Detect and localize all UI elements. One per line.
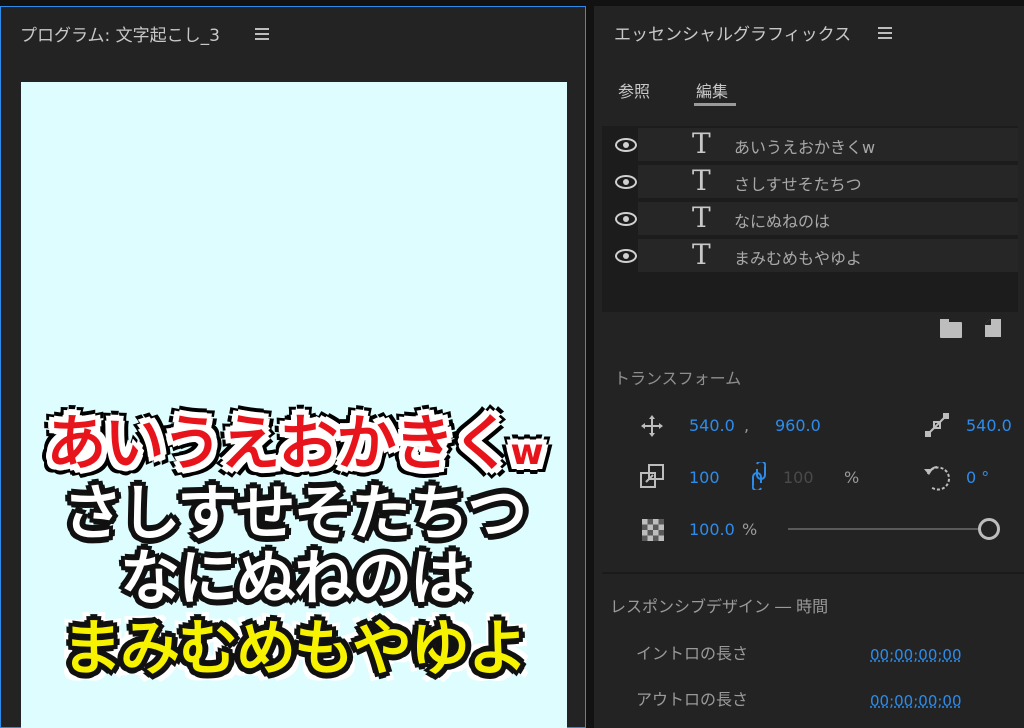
scale-unit: % [844, 468, 860, 487]
transform-section-title: トランスフォーム [614, 369, 742, 388]
section-divider [602, 572, 1024, 574]
responsive-design-title: レスポンシブデザイン ― 時間 [610, 597, 829, 616]
caption-line-1: あいうえおかきくw [21, 412, 567, 485]
program-monitor-title: プログラム: 文字起こし_3 [20, 26, 220, 46]
link-icon[interactable] [752, 462, 766, 490]
opacity-value[interactable]: 100.0 [689, 520, 735, 539]
position-y-value[interactable]: 960.0 [775, 416, 821, 435]
eye-icon[interactable] [615, 175, 637, 189]
new-group-folder-icon[interactable] [940, 319, 962, 338]
video-preview[interactable]: あいうえおかきくw さしすせそたちつ なにぬねのは まみむめもやゆよ [21, 82, 567, 728]
outro-duration-value[interactable]: 00;00;00;00 [870, 692, 962, 710]
opacity-slider-knob[interactable] [978, 518, 1000, 540]
layer-row[interactable]: T まみむめもやゆよ [602, 237, 1018, 273]
panel-menu-icon[interactable] [255, 28, 269, 40]
app-window: プログラム: 文字起こし_3 あいうえおかきくw さしすせそたちつ なにぬねのは… [0, 0, 1024, 728]
opacity-unit: % [742, 520, 758, 539]
opacity-slider-track[interactable] [788, 528, 978, 530]
intro-duration-value[interactable]: 00;00;00;00 [870, 646, 962, 664]
rotation-icon [924, 466, 951, 491]
position-move-icon [641, 415, 663, 437]
anchor-point-icon [925, 413, 949, 437]
active-tab-indicator [694, 103, 736, 106]
scale-value[interactable]: 100 [689, 468, 720, 487]
layer-row[interactable]: T あいうえおかきくw [602, 126, 1018, 162]
text-layer-icon: T [692, 164, 711, 197]
layer-label: さしすせそたちつ [734, 175, 862, 194]
caption-line-1-suffix: w [510, 432, 543, 473]
scale-icon [640, 464, 664, 488]
anchor-x-value[interactable]: 540.0 [966, 416, 1012, 435]
text-layer-icon: T [692, 238, 711, 271]
caption-line-4: まみむめもやゆよ [62, 614, 528, 684]
program-monitor-panel: プログラム: 文字起こし_3 あいうえおかきくw さしすせそたちつ なにぬねのは… [0, 6, 586, 728]
layer-label: なにぬねのは [734, 212, 831, 231]
eye-icon[interactable] [615, 138, 637, 152]
layer-label: まみむめもやゆよ [734, 249, 863, 268]
new-layer-icon[interactable] [985, 319, 1001, 337]
eye-icon[interactable] [615, 212, 637, 226]
tab-edit[interactable]: 編集 [696, 78, 728, 102]
text-layer-icon: T [692, 127, 711, 160]
caption-line-2: さしすせそたちつ [62, 479, 528, 549]
intro-duration-label: イントロの長さ [636, 644, 749, 663]
caption-line-3: なにぬねのは [120, 544, 470, 614]
outro-duration-label: アウトロの長さ [636, 690, 749, 709]
layer-row[interactable]: T さしすせそたちつ [602, 163, 1018, 199]
panel-menu-icon[interactable] [878, 27, 892, 39]
position-separator: , [744, 416, 750, 435]
layer-row[interactable]: T なにぬねのは [602, 200, 1018, 236]
rotation-value[interactable]: 0 ° [966, 468, 989, 487]
layer-label: あいうえおかきくw [734, 138, 876, 157]
tab-browse[interactable]: 参照 [618, 78, 650, 102]
scale-width-value: 100 [783, 468, 814, 487]
essential-graphics-title: エッセンシャルグラフィックス [614, 25, 852, 45]
eye-icon[interactable] [615, 249, 637, 263]
text-layer-icon: T [692, 201, 711, 234]
essential-graphics-panel: エッセンシャルグラフィックス 参照 編集 T あいうえおかきくw T さしすせそ… [594, 6, 1024, 728]
position-x-value[interactable]: 540.0 [689, 416, 735, 435]
caption-line-1-text: あいうえおかきく [46, 409, 512, 479]
layer-list: T あいうえおかきくw T さしすせそたちつ T なにぬねのは T まみむめもや… [602, 126, 1018, 312]
opacity-icon [642, 519, 664, 541]
